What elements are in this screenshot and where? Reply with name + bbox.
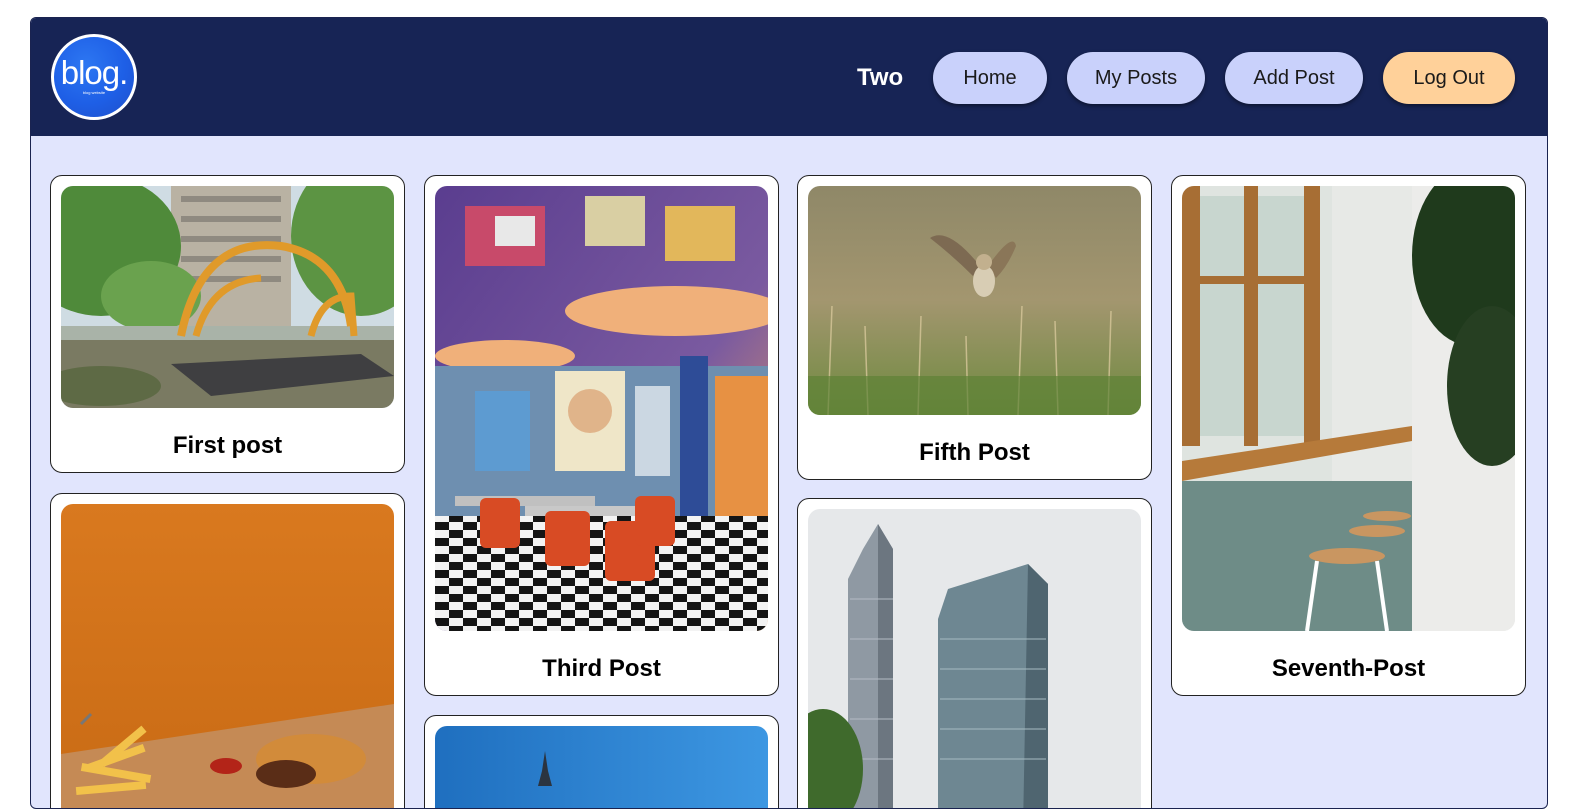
home-button[interactable]: Home [933, 52, 1047, 104]
post-image[interactable] [808, 186, 1141, 415]
logo[interactable]: blog. blog website [51, 34, 137, 120]
post-card[interactable]: Seventh-Post [1171, 175, 1526, 696]
post-image[interactable] [61, 504, 394, 808]
my-posts-button[interactable]: My Posts [1067, 52, 1205, 104]
post-image[interactable] [435, 726, 768, 808]
header: blog. blog website Two Home My Posts Add… [31, 18, 1547, 136]
post-card[interactable]: First post [50, 175, 405, 473]
post-card[interactable] [50, 493, 405, 808]
post-image[interactable] [61, 186, 394, 408]
post-image[interactable] [435, 186, 768, 631]
logo-text: blog. [60, 54, 129, 91]
post-title[interactable]: Seventh-Post [1172, 655, 1525, 683]
post-title[interactable]: First post [51, 432, 404, 460]
post-image[interactable] [1182, 186, 1515, 631]
log-out-button[interactable]: Log Out [1383, 52, 1515, 104]
page-frame: blog. blog website Two Home My Posts Add… [30, 17, 1548, 809]
post-image[interactable] [808, 509, 1141, 808]
post-card[interactable]: Third Post [424, 175, 779, 696]
post-card[interactable] [424, 715, 779, 808]
username: Two [857, 64, 904, 91]
post-title[interactable]: Fifth Post [798, 439, 1151, 467]
add-post-button[interactable]: Add Post [1225, 52, 1363, 104]
post-card[interactable]: Fifth Post [797, 175, 1152, 480]
post-title[interactable]: Third Post [425, 655, 778, 683]
post-card[interactable] [797, 498, 1152, 808]
